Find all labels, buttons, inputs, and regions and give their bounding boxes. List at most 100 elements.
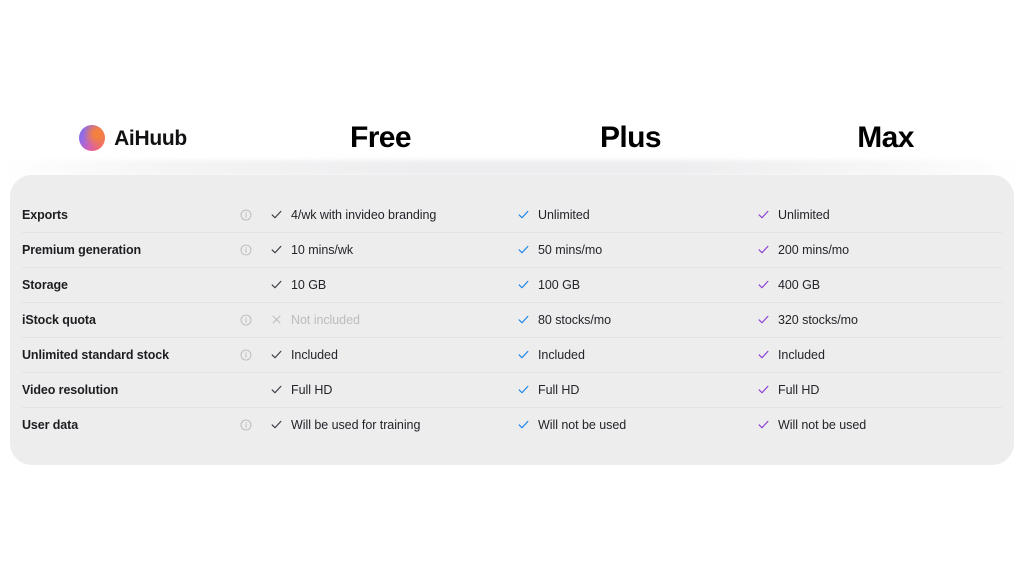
feature-cell: iStock quota xyxy=(10,313,262,327)
cross-icon xyxy=(272,315,281,324)
check-icon xyxy=(518,350,529,359)
table-row: Storage 10 GB 100 GB 400 GB xyxy=(10,267,1014,302)
feature-label: Premium generation xyxy=(22,242,142,257)
feature-label: Exports xyxy=(22,207,68,222)
value-text: 10 GB xyxy=(291,277,327,292)
value-cell-plus: 80 stocks/mo xyxy=(509,313,749,327)
value-text: 320 stocks/mo xyxy=(778,312,858,327)
check-icon xyxy=(518,420,529,429)
value-cell-free: Included xyxy=(262,348,509,362)
value-cell-max: 320 stocks/mo xyxy=(749,313,989,327)
info-icon[interactable] xyxy=(240,349,252,361)
value-text: Unlimited xyxy=(778,207,830,222)
value-cell-free: Full HD xyxy=(262,383,509,397)
value-cell-plus: 50 mins/mo xyxy=(509,243,749,257)
table-row: Exports 4/wk with invideo branding Unlimit… xyxy=(10,197,1014,232)
value-cell-max: Full HD xyxy=(749,383,989,397)
plan-header-max: Max xyxy=(857,121,914,154)
value-cell-plus: Unlimited xyxy=(509,208,749,222)
check-icon xyxy=(758,315,769,324)
value-cell-free: 10 GB xyxy=(262,278,509,292)
value-text: Will not be used xyxy=(538,417,627,432)
value-text: Included xyxy=(291,347,338,362)
check-icon xyxy=(271,210,282,219)
value-cell-plus: Full HD xyxy=(509,383,749,397)
check-icon xyxy=(758,420,769,429)
check-icon xyxy=(271,350,282,359)
feature-cell: Storage xyxy=(10,278,262,292)
value-text: 200 mins/mo xyxy=(778,242,850,257)
value-cell-max: Included xyxy=(749,348,989,362)
comparison-table-body: Exports 4/wk with invideo branding Unlimit… xyxy=(10,197,1014,442)
table-row: iStock quota Not included 80 stocks/mo 320 … xyxy=(10,302,1014,337)
pricing-comparison-page: AiHuub Free Plus Max Exports 4/wk with in… xyxy=(0,0,1024,576)
check-icon xyxy=(271,385,282,394)
table-row: User data Will be used for training Will n… xyxy=(10,407,1014,442)
check-icon xyxy=(271,245,282,254)
value-text: 80 stocks/mo xyxy=(538,312,612,327)
value-cell-free: 10 mins/wk xyxy=(262,243,509,257)
value-text: 400 GB xyxy=(778,277,821,292)
value-cell-max: Will not be used xyxy=(749,418,989,432)
table-row: Unlimited standard stock Included Included… xyxy=(10,337,1014,372)
value-text: Included xyxy=(538,347,585,362)
check-icon xyxy=(518,280,529,289)
value-cell-max: 200 mins/mo xyxy=(749,243,989,257)
value-text: Full HD xyxy=(778,382,820,397)
feature-label: Unlimited standard stock xyxy=(22,347,169,362)
brand-name: AiHuub xyxy=(114,126,187,150)
value-text: Will be used for training xyxy=(291,417,421,432)
value-text: Will not be used xyxy=(778,417,867,432)
feature-label: iStock quota xyxy=(22,312,96,327)
header-divider xyxy=(0,160,1024,176)
check-icon xyxy=(271,420,282,429)
value-cell-free: Will be used for training xyxy=(262,418,509,432)
value-text: 50 mins/mo xyxy=(538,242,603,257)
value-text: 10 mins/wk xyxy=(291,242,354,257)
value-cell-plus: Included xyxy=(509,348,749,362)
feature-cell: Premium generation xyxy=(10,243,262,257)
comparison-table-panel: Exports 4/wk with invideo branding Unlimit… xyxy=(10,175,1014,465)
gradient-circle-icon xyxy=(79,125,106,151)
check-icon xyxy=(271,280,282,289)
brand-logo: AiHuub xyxy=(0,125,262,151)
value-cell-plus: Will not be used xyxy=(509,418,749,432)
feature-label: User data xyxy=(22,417,79,432)
feature-cell: Exports xyxy=(10,208,262,222)
value-cell-free: 4/wk with invideo branding xyxy=(262,208,509,222)
value-cell-max: 400 GB xyxy=(749,278,989,292)
value-text: Unlimited xyxy=(538,207,590,222)
info-icon[interactable] xyxy=(240,419,252,431)
value-text: 100 GB xyxy=(538,277,581,292)
check-icon xyxy=(518,210,529,219)
value-text: Full HD xyxy=(538,382,580,397)
value-cell-free: Not included xyxy=(262,313,509,327)
info-icon[interactable] xyxy=(240,209,252,221)
value-cell-max: Unlimited xyxy=(749,208,989,222)
check-icon xyxy=(758,210,769,219)
table-row: Video resolution Full HD Full HD Full HD xyxy=(10,372,1014,407)
plan-header-plus: Plus xyxy=(600,121,662,154)
value-text: Full HD xyxy=(291,382,333,397)
table-row: Premium generation 10 mins/wk 50 mins/mo 20… xyxy=(10,232,1014,267)
plan-header-free: Free xyxy=(350,121,412,154)
check-icon xyxy=(758,245,769,254)
feature-cell: User data xyxy=(10,418,262,432)
feature-label: Storage xyxy=(22,277,68,292)
info-icon[interactable] xyxy=(240,244,252,256)
check-icon xyxy=(518,315,529,324)
check-icon xyxy=(758,350,769,359)
feature-label: Video resolution xyxy=(22,382,119,397)
check-icon xyxy=(758,385,769,394)
value-text: Not included xyxy=(291,312,360,327)
value-cell-plus: 100 GB xyxy=(509,278,749,292)
check-icon xyxy=(758,280,769,289)
info-icon[interactable] xyxy=(240,314,252,326)
feature-cell: Unlimited standard stock xyxy=(10,348,262,362)
check-icon xyxy=(518,245,529,254)
check-icon xyxy=(518,385,529,394)
value-text: 4/wk with invideo branding xyxy=(291,207,437,222)
value-text: Included xyxy=(778,347,825,362)
plan-header-row: AiHuub Free Plus Max xyxy=(0,112,1024,164)
feature-cell: Video resolution xyxy=(10,383,262,397)
